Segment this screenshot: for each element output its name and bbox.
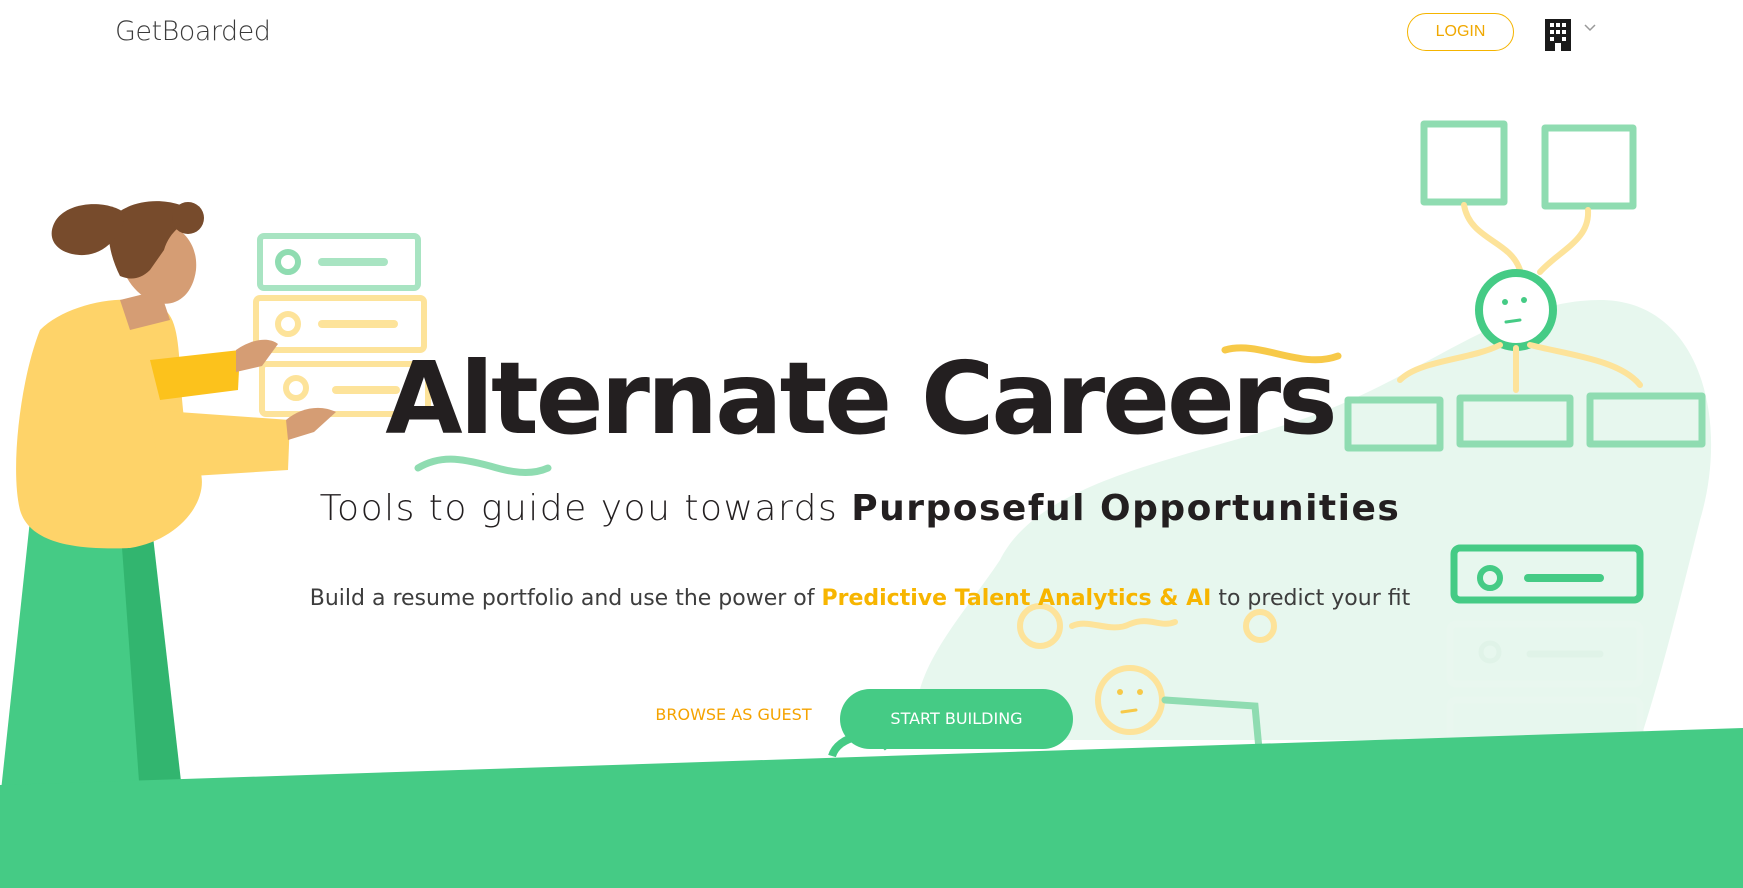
hero-subheading: Tools to guide you towards Purposeful Op… bbox=[0, 488, 1720, 529]
browse-as-guest-button[interactable]: BROWSE AS GUEST bbox=[646, 705, 821, 731]
start-building-button[interactable]: START BUILDING bbox=[840, 689, 1073, 749]
desc-text: Build a resume portfolio and use the pow… bbox=[309, 586, 822, 611]
hero-headline: Alternate Careers bbox=[385, 340, 1337, 457]
hero-description: Build a resume portfolio and use the pow… bbox=[0, 586, 1720, 611]
desc-suffix: to predict your fit bbox=[1211, 586, 1411, 611]
subhead-emphasis: Purposeful Opportunities bbox=[851, 488, 1401, 529]
desc-highlight: Predictive Talent Analytics & AI bbox=[821, 586, 1212, 611]
hero-section: Alternate Careers Tools to guide you tow… bbox=[0, 0, 1743, 888]
subhead-text: Tools to guide you towards bbox=[319, 488, 852, 529]
